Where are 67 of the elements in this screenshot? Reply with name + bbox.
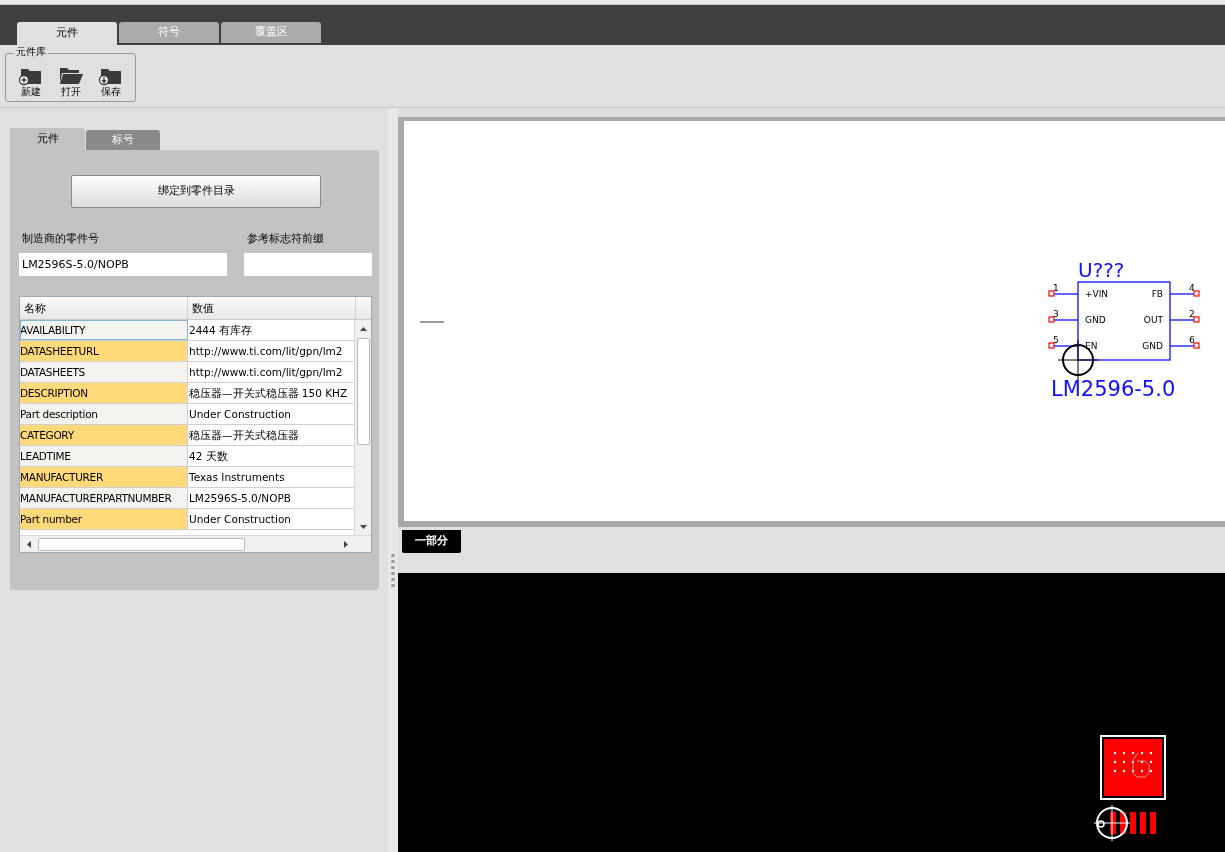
toolbar-button[interactable]: 打开 [54, 64, 88, 98]
pin-label: FB [1151, 289, 1163, 299]
column-header[interactable]: 名称 [20, 297, 188, 319]
pin-number: 4 [1189, 283, 1195, 293]
table-cell: AVAILABILITY [20, 320, 188, 340]
pin-line [1169, 290, 1200, 297]
text-field[interactable]: LM2596S-5.0/NOPB [19, 253, 227, 276]
designator-label: U??? [1078, 258, 1125, 282]
pin-label: +VIN [1085, 289, 1109, 299]
origin-crosshair-icon [1057, 339, 1099, 381]
table-cell-text: 稳压器—开关式稳压器 [188, 428, 300, 443]
splitter-handle[interactable] [388, 108, 398, 852]
section-button[interactable]: 一部分 [402, 530, 461, 553]
pin-label: GND [1142, 341, 1163, 351]
pin-number: 3 [1053, 309, 1059, 319]
table-cell-text: Under Construction [188, 407, 292, 422]
pin-label: GND [1085, 315, 1106, 325]
panel-tab[interactable]: 元件 [10, 128, 85, 150]
scroll-down-icon[interactable] [360, 525, 368, 529]
vertical-scrollbar[interactable] [354, 320, 371, 535]
table-cell: DATASHEETS [20, 362, 188, 382]
column-header[interactable]: 数值 [188, 297, 356, 319]
text-field[interactable] [244, 253, 372, 276]
table-cell: MANUFACTURERPARTNUMBER [20, 488, 188, 508]
bind-catalog-button[interactable]: 绑定到零件目录 [71, 175, 321, 208]
table-cell: MANUFACTURER [20, 467, 188, 487]
table-cell: DATASHEETURL [20, 341, 188, 361]
toolbar-button[interactable]: 新建 [14, 64, 48, 98]
scroll-up-icon[interactable] [360, 327, 368, 331]
table-cell: DESCRIPTION [20, 383, 188, 403]
scroll-thumb[interactable] [357, 338, 371, 445]
footprint-pins-drawing [1093, 804, 1156, 842]
pin-line [1169, 342, 1200, 349]
table-cell: Part number [20, 509, 188, 529]
pin-number: 5 [1053, 335, 1059, 345]
scroll-thumb[interactable] [38, 538, 245, 551]
table-cell-text: LM2596S-5.0/NOPB [188, 491, 292, 506]
table-cell: LEADTIME [20, 446, 188, 466]
field-label: 参考标志符前缀 [246, 232, 325, 246]
table-cell: Part description [20, 404, 188, 424]
table-cell: CATEGORY [20, 425, 188, 445]
pin-number: 1 [1053, 283, 1059, 293]
scroll-left-icon[interactable] [27, 541, 31, 548]
table-cell-text: 2444 有库存 [188, 323, 254, 338]
toolbar-button[interactable]: 保存 [94, 64, 128, 98]
pin-line [1169, 316, 1200, 323]
pin-line [1048, 290, 1079, 297]
field-label: 制造商的零件号 [21, 232, 100, 246]
table-cell-text: 42 天数 [188, 449, 229, 464]
pin-number: 6 [1189, 335, 1195, 345]
footprint-pad-drawing [1100, 735, 1166, 800]
main-tab[interactable]: 元件 [17, 22, 117, 45]
group-label: 元件库 [14, 46, 48, 58]
scroll-right-icon[interactable] [344, 541, 348, 548]
horizontal-scrollbar[interactable] [20, 535, 371, 552]
table-cell-text: 稳压器—开关式稳压器 150 KHZ [188, 386, 349, 401]
pin-label: OUT [1143, 315, 1163, 325]
pin-line [1048, 342, 1079, 349]
part-name-label: LM2596-5.0 [1051, 377, 1176, 401]
canvas-marker [419, 321, 445, 323]
pin-number: 2 [1189, 309, 1195, 319]
pin-line [1048, 316, 1079, 323]
table-cell-text: Under Construction [188, 512, 292, 527]
footprint-canvas[interactable] [398, 573, 1225, 852]
table-cell-text: Texas Instruments [188, 470, 286, 485]
table-cell-text: http://www.ti.com/lit/gpn/lm2 [188, 344, 344, 359]
table-cell-text: http://www.ti.com/lit/gpn/lm2 [188, 365, 344, 380]
